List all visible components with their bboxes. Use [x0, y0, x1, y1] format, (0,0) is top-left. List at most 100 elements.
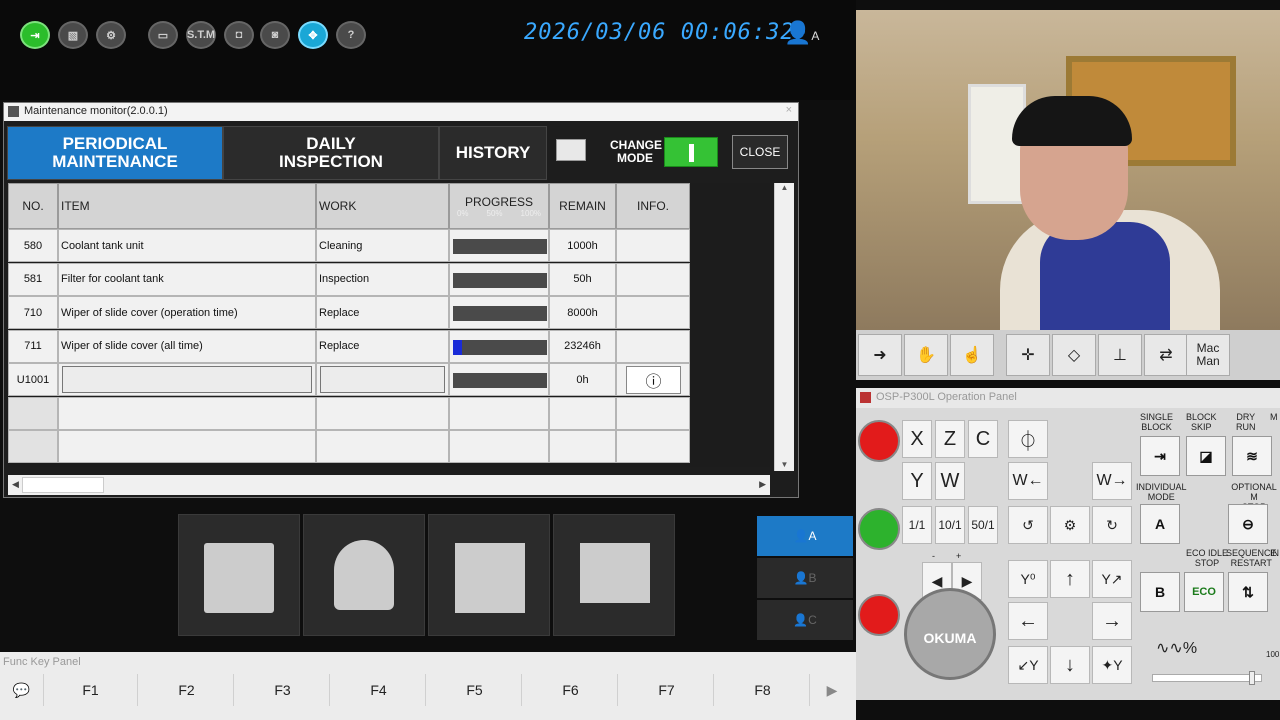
function-area: 👤 A 👤 B 👤 C — [0, 510, 856, 650]
table-row[interactable]: 581 Filter for coolant tank Inspection 50h — [8, 262, 690, 296]
camera-icon[interactable]: ◘ — [224, 21, 254, 49]
close-icon[interactable]: × — [786, 104, 792, 116]
tab-periodical-maintenance[interactable]: PERIODICAL MAINTENANCE — [7, 126, 223, 180]
feed-slider[interactable] — [1152, 671, 1262, 685]
tab-daily-inspection[interactable]: DAILY INSPECTION — [223, 126, 439, 180]
stm-icon[interactable]: S.T.M — [186, 21, 216, 49]
f7-key[interactable]: F7 — [620, 674, 714, 706]
change-mode-toggle[interactable] — [664, 137, 718, 167]
w-plus-key[interactable]: W → — [1092, 462, 1132, 500]
cycle-start-button[interactable] — [858, 508, 900, 550]
y-diag-down-key[interactable]: ↙ Y — [1008, 646, 1048, 684]
y-diag-key[interactable]: Y ↗ — [1092, 560, 1132, 598]
image-icon[interactable]: ▧ — [58, 21, 88, 49]
axis-z-key[interactable]: Z — [935, 420, 965, 458]
manual-mode-icon[interactable]: ☝ — [950, 334, 994, 376]
f1-key[interactable]: F1 — [44, 674, 138, 706]
window-icon[interactable]: ▭ — [148, 21, 178, 49]
user-tab-a[interactable]: 👤 A — [757, 516, 853, 556]
feed-hold-button[interactable] — [858, 594, 900, 636]
eco-idle-button[interactable]: ECO — [1184, 572, 1224, 612]
sequence-restart-button[interactable]: ⇅ — [1228, 572, 1268, 612]
tool-icon[interactable]: ⚙ — [96, 21, 126, 49]
table-row[interactable]: 710 Wiper of slide cover (operation time)… — [8, 296, 690, 329]
f3-key[interactable]: F3 — [236, 674, 330, 706]
table-row[interactable]: 580 Coolant tank unit Cleaning 1000h — [8, 229, 690, 262]
cell-no: 580 — [8, 229, 58, 262]
table-row[interactable]: 711 Wiper of slide cover (all time) Replac… — [8, 329, 690, 363]
rotate-ccw-icon[interactable]: ↺ — [1008, 506, 1048, 544]
zero-set-icon[interactable]: ✛ — [1006, 334, 1050, 376]
axis-x-key[interactable]: X — [902, 420, 932, 458]
user-tab-c[interactable]: 👤 C — [757, 600, 853, 640]
data-sheet-icon[interactable] — [428, 514, 550, 636]
f2-key[interactable]: F2 — [140, 674, 234, 706]
keyboard-icon[interactable] — [556, 139, 586, 161]
table-row[interactable] — [8, 396, 690, 430]
arrow-up-key[interactable]: ↑ — [1050, 560, 1090, 598]
axis-c-key[interactable]: C — [968, 420, 998, 458]
cell-item[interactable] — [58, 363, 316, 396]
spindle-icon[interactable]: ⏀ — [1008, 420, 1048, 458]
exit-icon[interactable]: ⇥ — [20, 21, 50, 49]
f6-key[interactable]: F6 — [524, 674, 618, 706]
table-row[interactable]: U1001 0h ⓘ — [8, 363, 690, 396]
chat-icon[interactable]: 💬 — [0, 674, 44, 706]
vertical-scrollbar[interactable]: ▲ ▼ — [774, 183, 794, 471]
datetime-display: 2026/03/06 00:06:32 — [524, 20, 795, 45]
cell-no: 581 — [8, 262, 58, 296]
single-block-button[interactable]: ⇥ — [1140, 436, 1180, 476]
rapid-key[interactable]: ✦ Y — [1092, 646, 1132, 684]
progress-ticks: 0% 50% 100% — [457, 209, 541, 218]
info-button[interactable]: ⓘ — [626, 366, 681, 394]
f4-key[interactable]: F4 — [332, 674, 426, 706]
arrow-down-key[interactable]: ↓ — [1050, 646, 1090, 684]
tab-history[interactable]: HISTORY — [439, 126, 547, 180]
axis-y-key[interactable]: Y — [902, 462, 932, 500]
op-panel-title-bar: OSP-P300L Operation Panel — [856, 388, 1280, 408]
cell-work[interactable] — [316, 363, 449, 396]
coolant-icon[interactable]: ⚙ — [1050, 506, 1090, 544]
axis-w-key[interactable]: W — [935, 462, 965, 500]
operator-icon[interactable] — [303, 514, 425, 636]
edit-field[interactable] — [62, 366, 312, 393]
cell-item — [58, 396, 316, 430]
next-page-icon[interactable]: ▶ — [812, 674, 852, 706]
w-minus-key[interactable]: W ← — [1008, 462, 1048, 500]
mac-man-button[interactable]: Mac Man — [1186, 334, 1230, 376]
cell-remain: 23246h — [549, 329, 616, 363]
block-skip-button[interactable]: ◪ — [1186, 436, 1226, 476]
optional-stop-button[interactable]: ⊖ — [1228, 504, 1268, 544]
screenshot-icon[interactable]: ◙ — [260, 21, 290, 49]
help-icon[interactable]: ? — [336, 21, 366, 49]
transfer-icon[interactable]: ⇄ — [1144, 334, 1188, 376]
override-10-key[interactable]: 10/1 — [935, 506, 965, 544]
machine-icon[interactable] — [178, 514, 300, 636]
mdi-mode-icon[interactable]: ✋ — [904, 334, 948, 376]
y-label: Y — [1029, 657, 1039, 673]
y-zero-key[interactable]: Y⁰ — [1008, 560, 1048, 598]
table-row[interactable] — [8, 430, 690, 463]
emergency-stop-button[interactable] — [858, 420, 900, 462]
tool-offset-icon[interactable]: ◇ — [1052, 334, 1096, 376]
user-tab-b[interactable]: 👤 B — [757, 558, 853, 598]
f8-key[interactable]: F8 — [716, 674, 810, 706]
close-button[interactable]: CLOSE — [732, 135, 788, 169]
edit-field[interactable] — [320, 366, 445, 393]
override-1-key[interactable]: 1/1 — [902, 506, 932, 544]
auto-mode-icon[interactable]: ➜ — [858, 334, 902, 376]
b-button[interactable]: B — [1140, 572, 1180, 612]
rotate-cw-icon[interactable]: ↻ — [1092, 506, 1132, 544]
parameter-icon[interactable]: ⊥ — [1098, 334, 1142, 376]
f5-key[interactable]: F5 — [428, 674, 522, 706]
arrow-left-key[interactable]: ← — [1008, 602, 1048, 640]
progress-fill — [453, 339, 463, 355]
individual-mode-button[interactable]: A — [1140, 504, 1180, 544]
move-icon[interactable]: ✥ — [298, 21, 328, 49]
arrow-right-key[interactable]: → — [1092, 602, 1132, 640]
dry-run-button[interactable]: ≋ — [1232, 436, 1272, 476]
horizontal-scrollbar[interactable]: ◀ ▶ — [8, 475, 770, 495]
cell-progress — [449, 363, 549, 396]
layout-settings-icon[interactable] — [553, 514, 675, 636]
override-50-key[interactable]: 50/1 — [968, 506, 998, 544]
